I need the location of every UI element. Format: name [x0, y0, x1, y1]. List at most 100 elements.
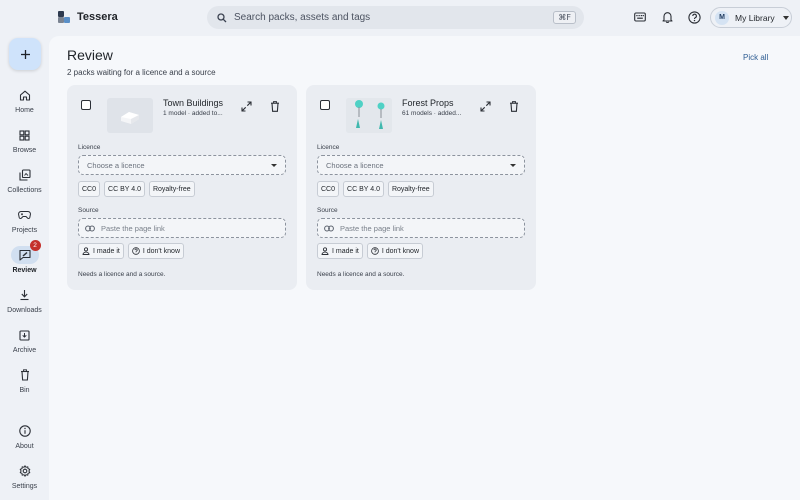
- sidebar-item-label: Browse: [12, 147, 37, 154]
- delete-button[interactable]: [508, 100, 520, 112]
- person-icon: [82, 247, 90, 255]
- review-icon: 2: [10, 240, 41, 264]
- sidebar-item-home[interactable]: Home: [0, 86, 49, 114]
- licence-label: Licence: [78, 144, 101, 151]
- archive-icon: [11, 326, 39, 344]
- expand-button[interactable]: [479, 100, 491, 112]
- licence-chip-royalty-free[interactable]: Royalty-free: [387, 181, 434, 197]
- main-content: Review 2 packs waiting for a licence and…: [49, 36, 800, 500]
- link-icon: [324, 225, 334, 231]
- source-field[interactable]: [78, 218, 286, 238]
- status-note: Needs a licence and a source.: [78, 271, 166, 278]
- chevron-down-icon: [510, 164, 516, 167]
- licence-select[interactable]: Choose a licence: [317, 155, 525, 175]
- sidebar-item-projects[interactable]: Projects: [0, 206, 49, 234]
- select-checkbox[interactable]: [81, 100, 91, 110]
- i-dont-know-button[interactable]: I don't know: [127, 243, 184, 259]
- sidebar-item-label: Bin: [19, 387, 30, 394]
- i-made-it-button[interactable]: I made it: [78, 243, 124, 259]
- sidebar-item-label: Collections: [7, 187, 42, 194]
- bell-icon[interactable]: [660, 10, 674, 24]
- expand-button[interactable]: [240, 100, 252, 112]
- licence-chip-cc-by[interactable]: CC BY 4.0: [104, 181, 145, 197]
- sidebar-item-review[interactable]: 2 Review: [0, 240, 49, 274]
- review-badge: 2: [29, 240, 41, 251]
- sidebar-item-label: Downloads: [7, 307, 42, 314]
- i-dont-know-button[interactable]: I don't know: [366, 243, 423, 259]
- sidebar-item-browse[interactable]: Browse: [0, 126, 49, 154]
- library-selector[interactable]: M My Library: [710, 7, 792, 28]
- sidebar-item-archive[interactable]: Archive: [0, 326, 49, 354]
- i-made-it-button[interactable]: I made it: [317, 243, 363, 259]
- sidebar-item-label: Projects: [11, 227, 38, 234]
- source-label: Source: [317, 207, 338, 214]
- gear-icon: [11, 462, 39, 480]
- licence-select-value: Choose a licence: [87, 160, 145, 170]
- new-button[interactable]: [9, 38, 41, 70]
- page-subtitle: 2 packs waiting for a licence and a sour…: [67, 68, 216, 77]
- source-field[interactable]: [317, 218, 525, 238]
- source-input[interactable]: [340, 223, 518, 233]
- grid-icon: [11, 126, 39, 144]
- delete-button[interactable]: [269, 100, 281, 112]
- sidebar-item-label: Review: [12, 267, 37, 274]
- sidebar-item-label: Home: [15, 107, 34, 114]
- sidebar-item-label: Settings: [11, 483, 38, 490]
- search-input[interactable]: [234, 12, 554, 23]
- brand-logo-icon: [58, 11, 70, 23]
- select-checkbox[interactable]: [320, 100, 330, 110]
- person-icon: [321, 247, 329, 255]
- sidebar-item-settings[interactable]: Settings: [0, 462, 49, 490]
- page-title: Review: [67, 47, 113, 63]
- collections-icon: [11, 166, 39, 184]
- info-icon: [11, 422, 39, 440]
- licence-chip-royalty-free[interactable]: Royalty-free: [148, 181, 195, 197]
- pack-thumbnail: [346, 98, 392, 133]
- trash-icon: [271, 100, 279, 112]
- expand-icon: [240, 100, 252, 112]
- app-name: Tessera: [77, 11, 118, 23]
- licence-chip-cc0[interactable]: CC0: [78, 181, 101, 197]
- library-label: My Library: [735, 12, 775, 23]
- trash-icon: [11, 366, 39, 384]
- licence-label: Licence: [317, 144, 340, 151]
- brand[interactable]: Tessera: [58, 11, 118, 23]
- search-shortcut: ⌘F: [553, 11, 576, 24]
- pack-card: Town Buildings 1 model · added to... Lic…: [67, 85, 297, 290]
- pick-all-button[interactable]: Pick all: [743, 53, 768, 62]
- keyboard-icon[interactable]: [633, 10, 647, 24]
- licence-select-value: Choose a licence: [326, 160, 384, 170]
- trash-icon: [510, 100, 518, 112]
- avatar: M: [715, 10, 729, 25]
- plus-icon: [20, 49, 30, 59]
- pack-meta: 1 model · added to...: [163, 110, 223, 117]
- pack-card: Forest Props 61 models · added... Licenc…: [306, 85, 536, 290]
- help-icon: [132, 247, 140, 255]
- gamepad-icon: [11, 206, 39, 224]
- help-icon: [371, 247, 379, 255]
- sidebar-item-label: Archive: [12, 347, 37, 354]
- pack-title: Town Buildings: [163, 98, 224, 108]
- search-bar[interactable]: ⌘F: [207, 6, 584, 29]
- chevron-down-icon: [782, 15, 789, 20]
- source-input[interactable]: [101, 223, 279, 233]
- sidebar-item-label: About: [15, 443, 34, 450]
- i-made-it-label: I made it: [93, 247, 120, 255]
- help-icon[interactable]: [687, 10, 701, 24]
- sidebar-item-collections[interactable]: Collections: [0, 166, 49, 194]
- sidebar-item-downloads[interactable]: Downloads: [0, 286, 49, 314]
- i-made-it-label: I made it: [332, 247, 359, 255]
- pack-meta: 61 models · added...: [402, 110, 462, 117]
- sidebar-item-bin[interactable]: Bin: [0, 366, 49, 394]
- expand-icon: [479, 100, 491, 112]
- i-dont-know-label: I don't know: [142, 247, 180, 255]
- chevron-down-icon: [271, 164, 277, 167]
- licence-chip-cc0[interactable]: CC0: [317, 181, 340, 197]
- source-label: Source: [78, 207, 99, 214]
- licence-chip-cc-by[interactable]: CC BY 4.0: [343, 181, 384, 197]
- i-dont-know-label: I don't know: [381, 247, 419, 255]
- pack-title: Forest Props: [402, 98, 454, 108]
- licence-select[interactable]: Choose a licence: [78, 155, 286, 175]
- sidebar-item-about[interactable]: About: [0, 422, 49, 450]
- search-icon: [217, 12, 227, 22]
